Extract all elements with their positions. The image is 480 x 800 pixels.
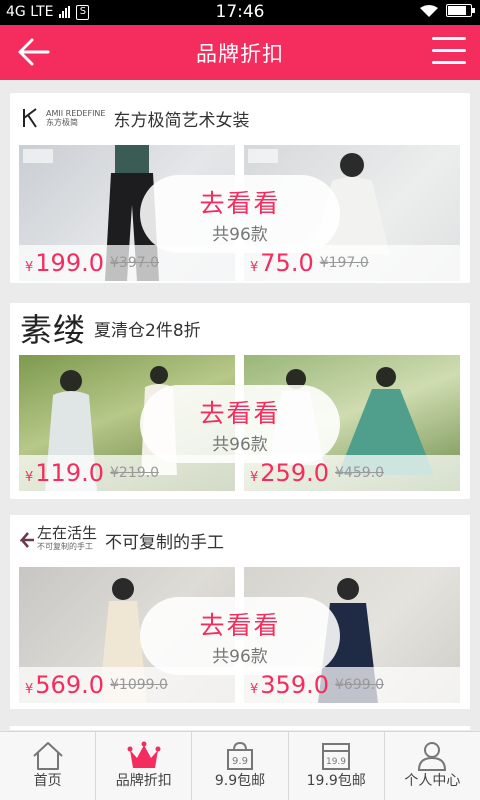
home-icon [32,742,63,770]
view-brand-button[interactable]: 去看看 共96款 [140,597,340,675]
user-icon [418,742,447,771]
tab-profile[interactable]: 个人中心 [385,732,480,800]
bag-icon: 9.9 [227,741,253,770]
tab-label: 19.9包邮 [306,773,366,789]
svg-text:9.9: 9.9 [232,756,248,767]
svg-text:19.9: 19.9 [326,757,346,767]
arrow-logo-icon [20,532,34,548]
battery-icon [446,4,475,17]
status-bar: 4G LTE S 17:46 [0,0,480,25]
app-header: 品牌折扣 [0,25,480,80]
tab-label: 个人中心 [404,773,461,789]
brand-tagline: 东方极简艺术女装 [113,110,250,131]
view-brand-button[interactable]: 去看看 共96款 [140,175,340,253]
tab-label: 首页 [33,773,62,789]
wifi-icon [420,4,438,17]
tab-brand-discount[interactable]: 品牌折扣 [96,732,193,800]
brand-card[interactable]: 素缕 夏清仓2件8折 ¥119.0 ¥219.0 ¥259.0 ¥459.0 去… [10,303,470,499]
page-title: 品牌折扣 [196,42,284,66]
brand-feed[interactable]: AMII REDEFINE 东方极简 东方极简艺术女装 ¥199.0 ¥397.… [0,80,480,730]
bottom-tab-bar: 首页 品牌折扣 9.9 9.9包邮 19.9 19.9包邮 个人中心 [0,731,480,800]
brand-logo: 素缕 [20,311,87,349]
brand-card[interactable] [10,726,470,730]
menu-icon[interactable] [432,37,466,67]
view-brand-button[interactable]: 去看看 共96款 [140,385,340,463]
amii-logo-icon [23,108,37,128]
tab-home[interactable]: 首页 [0,732,97,800]
crown-icon [127,741,161,768]
tab-9-9-free-shipping[interactable]: 9.9 9.9包邮 [192,732,289,800]
brand-tagline: 夏清仓2件8折 [94,320,201,341]
clock: 17:46 [215,2,265,22]
tab-label: 9.9包邮 [214,773,266,789]
brand-logo: 左在活生 不可复制的手工 [20,526,97,554]
brand-logo: AMII REDEFINE 东方极简 [20,107,105,129]
tab-19-9-free-shipping[interactable]: 19.9 19.9包邮 [289,732,385,800]
brand-tagline: 不可复制的手工 [105,532,225,553]
shop-icon: 19.9 [322,743,351,770]
brand-card[interactable]: 左在活生 不可复制的手工 不可复制的手工 ¥569.0 ¥1099.0 ¥359… [10,515,470,709]
brand-card[interactable]: AMII REDEFINE 东方极简 东方极简艺术女装 ¥199.0 ¥397.… [10,93,470,283]
tab-label: 品牌折扣 [115,773,172,789]
